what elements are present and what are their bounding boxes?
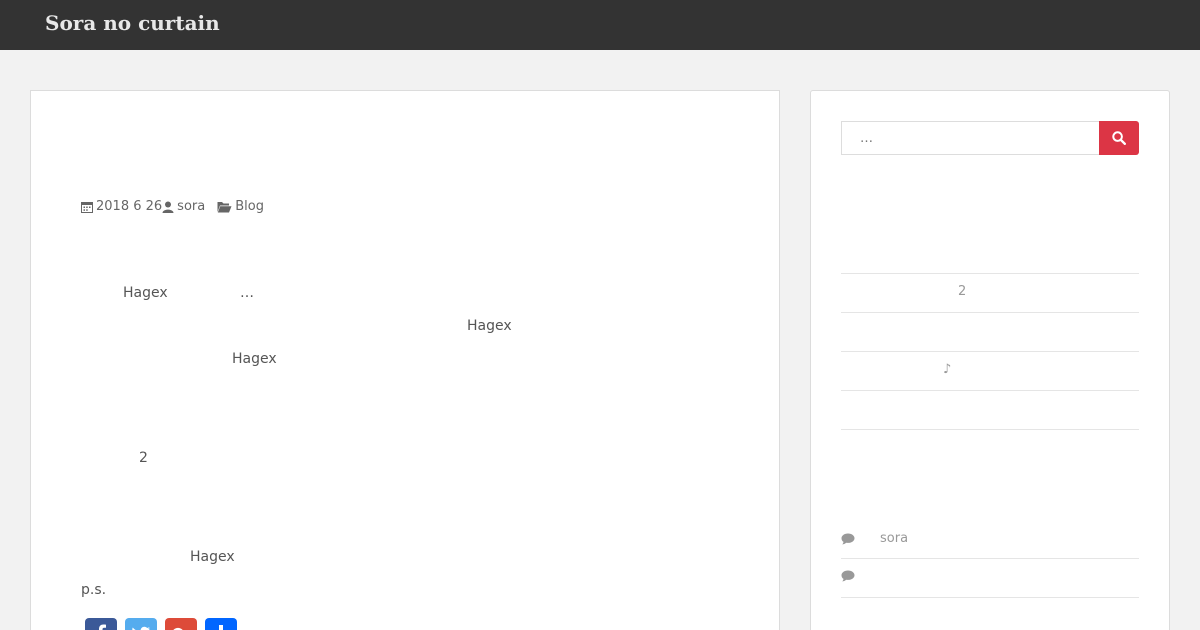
comment-icon [841,570,855,582]
post-text: Hagex [232,351,277,367]
facebook-share-button[interactable] [85,618,117,630]
post-text: p.s. [81,582,107,598]
comment-author-link[interactable]: sora [880,531,908,546]
post-text: Hagex [467,318,512,334]
post-text: Hagex [123,285,168,301]
search-button[interactable] [1099,121,1139,155]
post-meta: 2018 6 26 sora Blog [81,199,264,214]
divider [841,429,1139,430]
google-plus-icon [173,627,183,630]
post-category-link[interactable]: Blog [235,199,264,214]
post-text: 2 [139,450,148,466]
calendar-icon [81,201,93,213]
sidebar: 2 ♪ sora [810,90,1170,630]
recent-comment: sora [841,531,908,546]
divider [841,558,1139,559]
post-date: 2018 6 26 [96,199,163,214]
plus-icon [219,625,223,630]
post-card: 2018 6 26 sora Blog Hagex … Hagex Hagex … [30,90,780,630]
site-title-link[interactable]: Sora no curtain [45,11,220,35]
post-author-link[interactable]: sora [177,199,205,214]
recent-post-link[interactable]: 2 [958,284,966,299]
divider [841,351,1139,352]
user-icon [162,201,174,213]
share-buttons [85,618,237,630]
comment-icon [841,533,855,544]
share-button[interactable] [205,618,237,630]
post-text: Hagex [190,549,235,565]
facebook-icon [99,624,106,630]
search-icon [1112,131,1126,145]
recent-comment [841,570,880,582]
google-plus-share-button[interactable] [165,618,197,630]
divider [841,390,1139,391]
twitter-icon [132,626,150,630]
top-bar: Sora no curtain [0,0,1200,50]
post-text: … [240,285,254,301]
recent-post-link[interactable]: ♪ [943,362,951,377]
divider [841,273,1139,274]
search-input[interactable] [841,121,1101,155]
divider [841,597,1139,598]
divider [841,312,1139,313]
folder-open-icon [217,201,232,213]
twitter-share-button[interactable] [125,618,157,630]
